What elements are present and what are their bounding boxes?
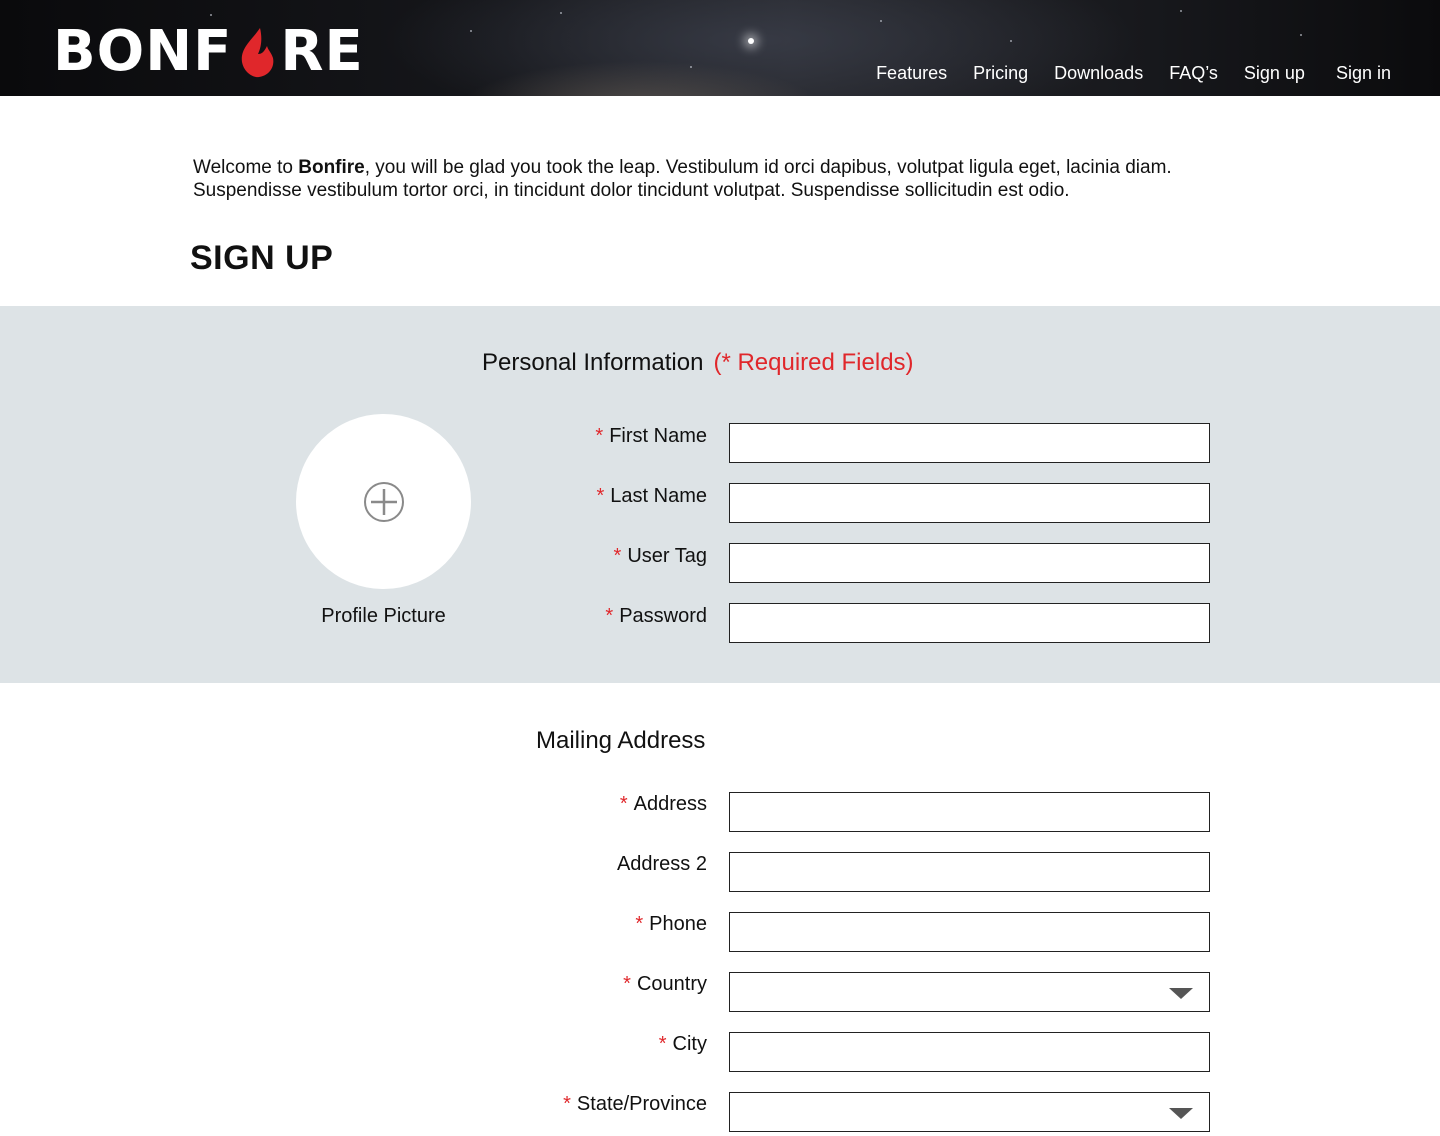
address-row: * Address bbox=[400, 792, 1210, 832]
country-select[interactable] bbox=[729, 972, 1210, 1012]
phone-row: * Phone bbox=[400, 912, 1210, 952]
address-label: * Address bbox=[620, 792, 707, 816]
city-label-text: City bbox=[672, 1033, 707, 1055]
required-asterisk: * bbox=[635, 913, 644, 935]
star-decoration bbox=[1300, 34, 1302, 36]
address-2-label-text: Address 2 bbox=[616, 853, 707, 875]
address-2-input[interactable] bbox=[729, 852, 1210, 892]
password-input[interactable] bbox=[729, 603, 1210, 643]
nav-faqs[interactable]: FAQ’s bbox=[1169, 60, 1218, 86]
required-asterisk: * bbox=[605, 605, 614, 627]
first-name-input[interactable] bbox=[729, 423, 1210, 463]
state-province-label: * State/Province bbox=[563, 1092, 707, 1116]
country-label: * Country bbox=[623, 972, 707, 996]
required-asterisk: * bbox=[563, 1093, 571, 1115]
phone-label: * Phone bbox=[635, 912, 707, 936]
bright-star-decoration bbox=[748, 38, 754, 44]
welcome-prefix: Welcome to bbox=[193, 157, 299, 178]
required-asterisk: * bbox=[623, 973, 631, 995]
star-decoration bbox=[560, 12, 562, 14]
main-nav: Features Pricing Downloads FAQ’s Sign up… bbox=[850, 60, 1391, 86]
personal-info-title: Personal Information bbox=[482, 349, 704, 376]
star-decoration bbox=[210, 14, 212, 16]
city-label: * City bbox=[659, 1032, 707, 1056]
password-row: * Password bbox=[400, 603, 1210, 643]
address-2-label: Address 2 bbox=[617, 852, 707, 876]
country-label-text: Country bbox=[636, 973, 707, 995]
page-title: SIGN UP bbox=[190, 239, 334, 277]
phone-input[interactable] bbox=[729, 912, 1210, 952]
first-name-row: * First Name bbox=[400, 423, 1210, 463]
city-input[interactable] bbox=[729, 1032, 1210, 1072]
plus-circle-icon bbox=[363, 481, 404, 522]
required-asterisk: * bbox=[613, 545, 622, 567]
password-label-text: Password bbox=[619, 605, 707, 627]
state-province-row: * State/Province bbox=[400, 1092, 1210, 1132]
welcome-text: Welcome to Bonfire, you will be glad you… bbox=[193, 156, 1273, 202]
required-asterisk: * bbox=[619, 793, 628, 815]
bonfire-logo[interactable]: BONF RE bbox=[53, 24, 364, 80]
user-tag-label: * User Tag bbox=[614, 544, 707, 568]
site-header: BONF RE Features Pricing Downloads FAQ’s… bbox=[0, 0, 1440, 96]
mailing-address-heading: Mailing Address bbox=[536, 727, 706, 754]
nav-downloads[interactable]: Downloads bbox=[1054, 60, 1143, 86]
personal-info-heading: Personal Information (* Required Fields) bbox=[482, 348, 914, 378]
last-name-row: * Last Name bbox=[400, 483, 1210, 523]
last-name-label: * Last Name bbox=[596, 484, 707, 508]
nav-pricing[interactable]: Pricing bbox=[973, 60, 1028, 86]
first-name-label: * First Name bbox=[595, 424, 707, 448]
logo-text-left: BONF bbox=[53, 19, 233, 84]
star-decoration bbox=[470, 30, 472, 32]
password-label: * Password bbox=[605, 604, 707, 628]
address-label-text: Address bbox=[633, 793, 707, 815]
phone-label-text: Phone bbox=[649, 913, 707, 935]
star-decoration bbox=[1010, 40, 1012, 42]
user-tag-input[interactable] bbox=[729, 543, 1210, 583]
welcome-brand: Bonfire bbox=[298, 157, 365, 178]
star-decoration bbox=[880, 20, 882, 22]
required-asterisk: * bbox=[596, 485, 605, 507]
state-province-select[interactable] bbox=[729, 1092, 1210, 1132]
star-decoration bbox=[1180, 10, 1182, 12]
last-name-input[interactable] bbox=[729, 483, 1210, 523]
last-name-label-text: Last Name bbox=[610, 485, 707, 507]
nav-features[interactable]: Features bbox=[876, 60, 947, 86]
required-asterisk: * bbox=[595, 425, 604, 447]
logo-text-right: RE bbox=[280, 19, 364, 84]
address-input[interactable] bbox=[729, 792, 1210, 832]
state-province-label-text: State/Province bbox=[576, 1093, 707, 1115]
required-fields-note: (* Required Fields) bbox=[713, 349, 914, 376]
user-tag-row: * User Tag bbox=[400, 543, 1210, 583]
required-asterisk: * bbox=[658, 1033, 667, 1055]
user-tag-label-text: User Tag bbox=[627, 545, 707, 567]
caret-down-icon bbox=[1169, 1108, 1193, 1119]
address-2-row: Address 2 bbox=[400, 852, 1210, 892]
flame-icon bbox=[242, 28, 274, 78]
city-row: * City bbox=[400, 1032, 1210, 1072]
nav-sign-in[interactable]: Sign in bbox=[1336, 60, 1391, 86]
first-name-label-text: First Name bbox=[609, 425, 707, 447]
star-decoration bbox=[690, 66, 692, 68]
caret-down-icon bbox=[1169, 988, 1193, 999]
nav-sign-up[interactable]: Sign up bbox=[1244, 60, 1305, 86]
country-row: * Country bbox=[400, 972, 1210, 1012]
